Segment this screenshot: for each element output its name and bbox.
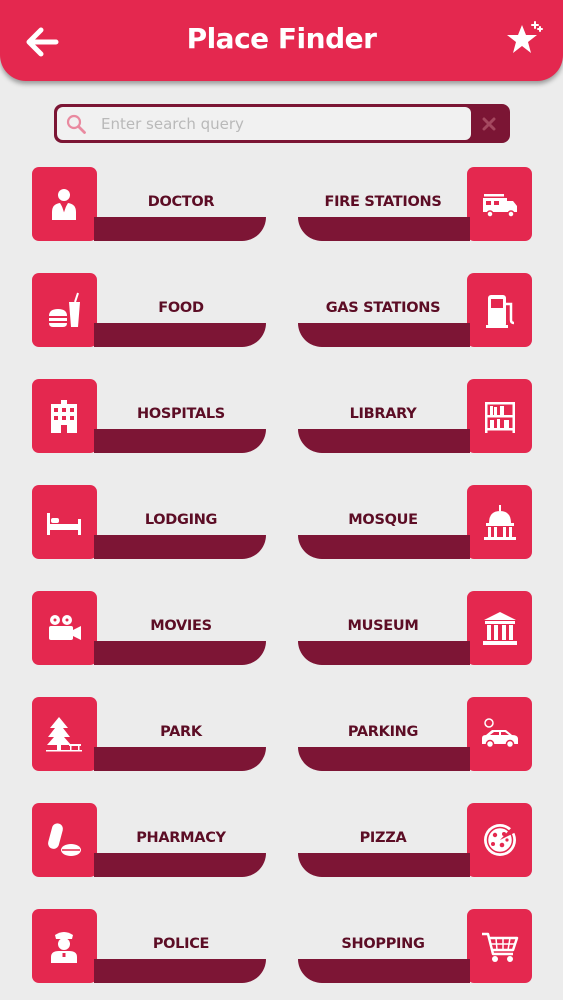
category-library[interactable]: LIBRARY bbox=[298, 379, 532, 453]
category-food[interactable]: FOOD bbox=[32, 273, 266, 347]
category-tile bbox=[467, 379, 532, 453]
category-tile bbox=[467, 697, 532, 771]
category-label: MOSQUE bbox=[348, 512, 418, 528]
category-label: MUSEUM bbox=[347, 618, 419, 634]
category-label: DOCTOR bbox=[147, 194, 215, 210]
category-parking[interactable]: PARKING bbox=[298, 697, 532, 771]
favorite-button[interactable] bbox=[501, 17, 545, 61]
category-bar bbox=[298, 217, 470, 241]
category-tile bbox=[467, 909, 532, 983]
category-tile bbox=[32, 697, 97, 771]
category-bar bbox=[94, 323, 266, 347]
category-lodging[interactable]: LODGING bbox=[32, 485, 266, 559]
category-bar bbox=[94, 217, 266, 241]
search-input[interactable] bbox=[101, 111, 461, 136]
shopping-cart-icon bbox=[482, 932, 519, 962]
category-tile bbox=[32, 909, 97, 983]
category-label: POLICE bbox=[152, 936, 210, 952]
category-museum[interactable]: MUSEUM bbox=[298, 591, 532, 665]
category-park[interactable]: PARK bbox=[32, 697, 266, 771]
category-label: PARK bbox=[160, 724, 202, 740]
category-label: SHOPPING bbox=[341, 936, 425, 952]
category-bar bbox=[94, 747, 266, 771]
category-tile bbox=[32, 379, 97, 453]
pizza-icon bbox=[484, 824, 516, 856]
category-tile bbox=[467, 591, 532, 665]
category-tile bbox=[32, 803, 97, 877]
category-bar bbox=[94, 641, 266, 665]
category-gas-stations[interactable]: GAS STATIONS bbox=[298, 273, 532, 347]
category-bar bbox=[298, 959, 470, 983]
car-icon bbox=[482, 718, 518, 749]
category-bar bbox=[94, 429, 266, 453]
category-tile bbox=[32, 167, 97, 241]
category-tile bbox=[467, 485, 532, 559]
doctor-icon bbox=[52, 189, 76, 220]
category-movies[interactable]: MOVIES bbox=[32, 591, 266, 665]
bookshelf-icon bbox=[485, 402, 515, 433]
bed-icon bbox=[47, 513, 81, 535]
tree-bench-icon bbox=[46, 717, 82, 752]
category-tile bbox=[467, 167, 532, 241]
category-bar bbox=[94, 959, 266, 983]
page-title: Place Finder bbox=[186, 22, 377, 55]
category-bar bbox=[298, 641, 470, 665]
category-pharmacy[interactable]: PHARMACY bbox=[32, 803, 266, 877]
category-label: PARKING bbox=[347, 724, 419, 740]
movie-camera-icon bbox=[49, 615, 81, 640]
category-label: PHARMACY bbox=[136, 830, 226, 846]
fuel-pump-icon bbox=[486, 295, 515, 328]
category-mosque[interactable]: MOSQUE bbox=[298, 485, 532, 559]
search-icon bbox=[66, 114, 86, 134]
category-label: FIRE STATIONS bbox=[324, 194, 442, 210]
category-label: HOSPITALS bbox=[137, 406, 225, 422]
category-police[interactable]: POLICE bbox=[32, 909, 266, 983]
category-label: LODGING bbox=[144, 512, 218, 528]
category-tile bbox=[32, 273, 97, 347]
dome-icon bbox=[484, 505, 516, 540]
category-label: MOVIES bbox=[150, 618, 212, 634]
category-tile bbox=[467, 273, 532, 347]
search-bar bbox=[54, 104, 510, 143]
police-officer-icon bbox=[51, 932, 77, 963]
category-label: FOOD bbox=[158, 300, 204, 316]
category-bar bbox=[94, 853, 266, 877]
category-tile bbox=[32, 591, 97, 665]
category-doctor[interactable]: DOCTOR bbox=[32, 167, 266, 241]
category-shopping[interactable]: SHOPPING bbox=[298, 909, 532, 983]
category-pizza[interactable]: PIZZA bbox=[298, 803, 532, 877]
category-bar bbox=[298, 853, 470, 877]
category-label: PIZZA bbox=[359, 830, 407, 846]
hospital-icon bbox=[51, 400, 77, 433]
star-icon bbox=[507, 21, 543, 53]
clear-icon bbox=[482, 117, 496, 131]
category-fire-stations[interactable]: FIRE STATIONS bbox=[298, 167, 532, 241]
category-tile bbox=[32, 485, 97, 559]
burger-drink-icon bbox=[49, 292, 80, 327]
category-bar bbox=[94, 535, 266, 559]
category-bar bbox=[298, 535, 470, 559]
category-label: GAS STATIONS bbox=[325, 300, 441, 316]
category-bar bbox=[298, 323, 470, 347]
pills-icon bbox=[48, 823, 81, 856]
category-bar bbox=[298, 747, 470, 771]
clear-search-button[interactable] bbox=[476, 111, 502, 137]
category-label: LIBRARY bbox=[349, 406, 417, 422]
app-header: Place Finder bbox=[0, 0, 563, 81]
museum-icon bbox=[483, 612, 517, 645]
category-bar bbox=[298, 429, 470, 453]
fire-truck-icon bbox=[483, 194, 517, 218]
category-hospitals[interactable]: HOSPITALS bbox=[32, 379, 266, 453]
category-tile bbox=[467, 803, 532, 877]
search-field bbox=[57, 107, 471, 140]
